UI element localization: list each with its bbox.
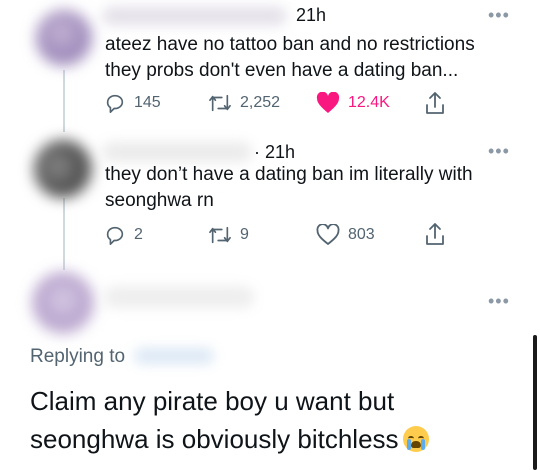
replying-to-label: Replying to (30, 346, 126, 367)
avatar[interactable] (34, 140, 92, 198)
replying-to-handle-redacted[interactable] (134, 348, 215, 364)
more-options-icon[interactable]: ••• (488, 142, 510, 160)
main-tweet-text: Claim any pirate boy u want but seonghwa… (30, 382, 530, 458)
tweet-text-line: seonghwa rn (105, 190, 214, 211)
retweet-icon (209, 226, 231, 244)
main-tweet-text-line-2: seonghwa is obviously bitchless (30, 420, 530, 458)
tweet-time[interactable]: · 21h (254, 142, 295, 163)
heart-icon (316, 224, 340, 245)
reply-button[interactable]: 145 (104, 92, 161, 114)
reply-count: 145 (134, 94, 161, 111)
tweet-time[interactable]: 21h (296, 5, 326, 26)
share-button[interactable] (424, 222, 446, 246)
retweet-button[interactable]: 9 (208, 224, 249, 246)
like-button[interactable]: 803 (316, 224, 375, 246)
more-options-icon[interactable]: ••• (488, 6, 510, 24)
main-tweet-text-line: Claim any pirate boy u want but (30, 386, 395, 416)
avatar[interactable] (32, 272, 94, 334)
thread-line (63, 198, 65, 270)
loudly-crying-face-emoji (402, 426, 429, 452)
tweet-text-line: they don’t have a dating ban im literall… (105, 164, 473, 185)
reply-icon (106, 94, 124, 113)
share-button[interactable] (424, 91, 446, 115)
scrollbar[interactable] (533, 335, 537, 470)
author-name-redacted[interactable] (102, 142, 252, 162)
tweet-text-line: ateez have no tattoo ban and no restrict… (105, 34, 475, 55)
like-count: 803 (348, 226, 375, 243)
share-icon (426, 223, 444, 245)
heart-icon (316, 92, 340, 113)
tweet-text: ateez have no tattoo ban and no restrict… (105, 32, 525, 84)
retweet-count: 9 (240, 226, 249, 243)
avatar[interactable] (36, 10, 92, 66)
like-count: 12.4K (348, 94, 390, 111)
retweet-icon (209, 94, 231, 112)
thread-line (63, 70, 65, 132)
reply-count: 2 (134, 226, 143, 243)
share-icon (426, 92, 444, 114)
author-name-redacted[interactable] (104, 286, 254, 308)
tweet-text: they don’t have a dating ban im literall… (105, 162, 525, 214)
reply-button[interactable]: 2 (104, 224, 143, 246)
replying-to: Replying to (30, 346, 215, 368)
reply-icon (106, 226, 124, 245)
like-button[interactable]: 12.4K (316, 92, 390, 114)
tweet-text-line: they probs don't even have a dating ban.… (105, 60, 459, 81)
retweet-button[interactable]: 2,252 (208, 92, 280, 114)
author-name-redacted[interactable] (102, 6, 287, 26)
more-options-icon[interactable]: ••• (488, 292, 510, 310)
main-tweet-text-line: seonghwa is obviously bitchless (30, 424, 399, 454)
retweet-count: 2,252 (240, 94, 281, 111)
